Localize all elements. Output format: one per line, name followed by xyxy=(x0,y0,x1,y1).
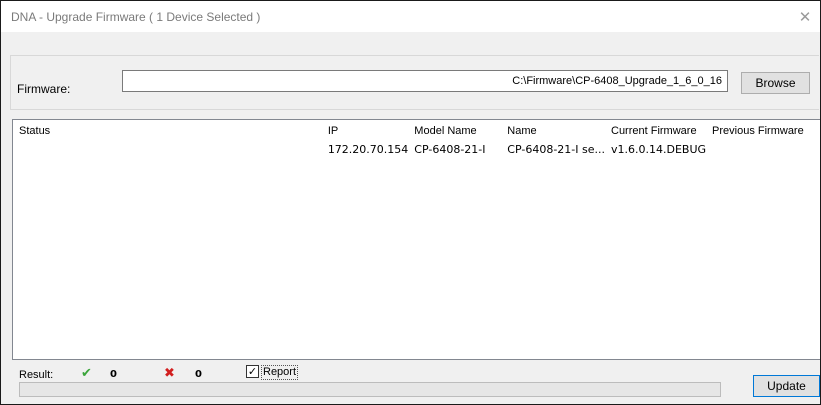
cell-model-name: CP-6408-21-I xyxy=(414,142,486,156)
browse-button[interactable]: Browse xyxy=(741,72,810,94)
column-header-name[interactable]: Name xyxy=(501,120,605,142)
column-header-current-firmware[interactable]: Current Firmware xyxy=(605,120,706,142)
column-header-previous-firmware[interactable]: Previous Firmware xyxy=(706,120,820,142)
title-bar[interactable]: DNA - Upgrade Firmware ( 1 Device Select… xyxy=(1,1,820,32)
success-count: 0 xyxy=(110,369,117,380)
cross-icon: ✖ xyxy=(164,365,175,380)
table-row[interactable]: 172.20.70.154 CP-6408-21-I CP-6408-21-I … xyxy=(13,142,820,156)
cell-current-firmware: v1.6.0.14.DEBUG xyxy=(611,142,707,156)
check-icon: ✔ xyxy=(81,365,92,380)
fail-count: 0 xyxy=(195,369,202,380)
upgrade-progress-bar xyxy=(19,382,721,397)
device-table: Status IP Model Name Name Current Firmwa… xyxy=(13,120,820,156)
close-icon[interactable]: ✕ xyxy=(790,1,820,32)
firmware-path-input[interactable] xyxy=(122,70,728,92)
window-title: DNA - Upgrade Firmware ( 1 Device Select… xyxy=(11,10,261,24)
column-header-model-name[interactable]: Model Name xyxy=(408,120,501,142)
device-list[interactable]: Status IP Model Name Name Current Firmwa… xyxy=(12,119,820,360)
report-checkbox[interactable]: ✓ xyxy=(246,365,259,378)
column-header-ip[interactable]: IP xyxy=(322,120,408,142)
column-header-status[interactable]: Status xyxy=(13,120,322,142)
update-button[interactable]: Update xyxy=(753,375,820,397)
cell-previous-firmware xyxy=(706,142,820,156)
cell-name: CP-6408-21-I se... xyxy=(507,142,605,156)
report-checkbox-label[interactable]: Report xyxy=(261,365,299,380)
result-label: Result: xyxy=(19,369,54,381)
upgrade-firmware-window: DNA - Upgrade Firmware ( 1 Device Select… xyxy=(0,0,821,405)
firmware-label: Firmware: xyxy=(17,82,71,96)
table-header-row: Status IP Model Name Name Current Firmwa… xyxy=(13,120,820,142)
cell-ip: 172.20.70.154 xyxy=(327,142,409,156)
cell-status xyxy=(13,142,322,156)
